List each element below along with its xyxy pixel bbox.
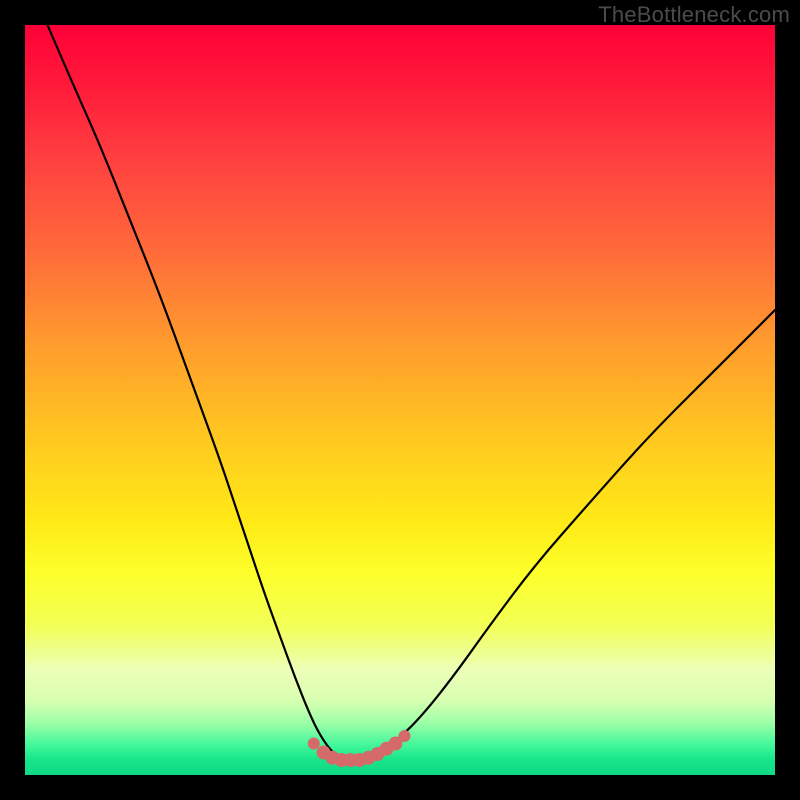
- chart-svg: [25, 25, 775, 775]
- chart-frame: TheBottleneck.com: [0, 0, 800, 800]
- highlight-dot: [308, 738, 320, 750]
- bottleneck-curve: [48, 25, 776, 760]
- highlight-dot: [399, 730, 411, 742]
- chart-plot-area: [25, 25, 775, 775]
- highlight-dots: [308, 730, 411, 767]
- watermark-text: TheBottleneck.com: [598, 2, 790, 28]
